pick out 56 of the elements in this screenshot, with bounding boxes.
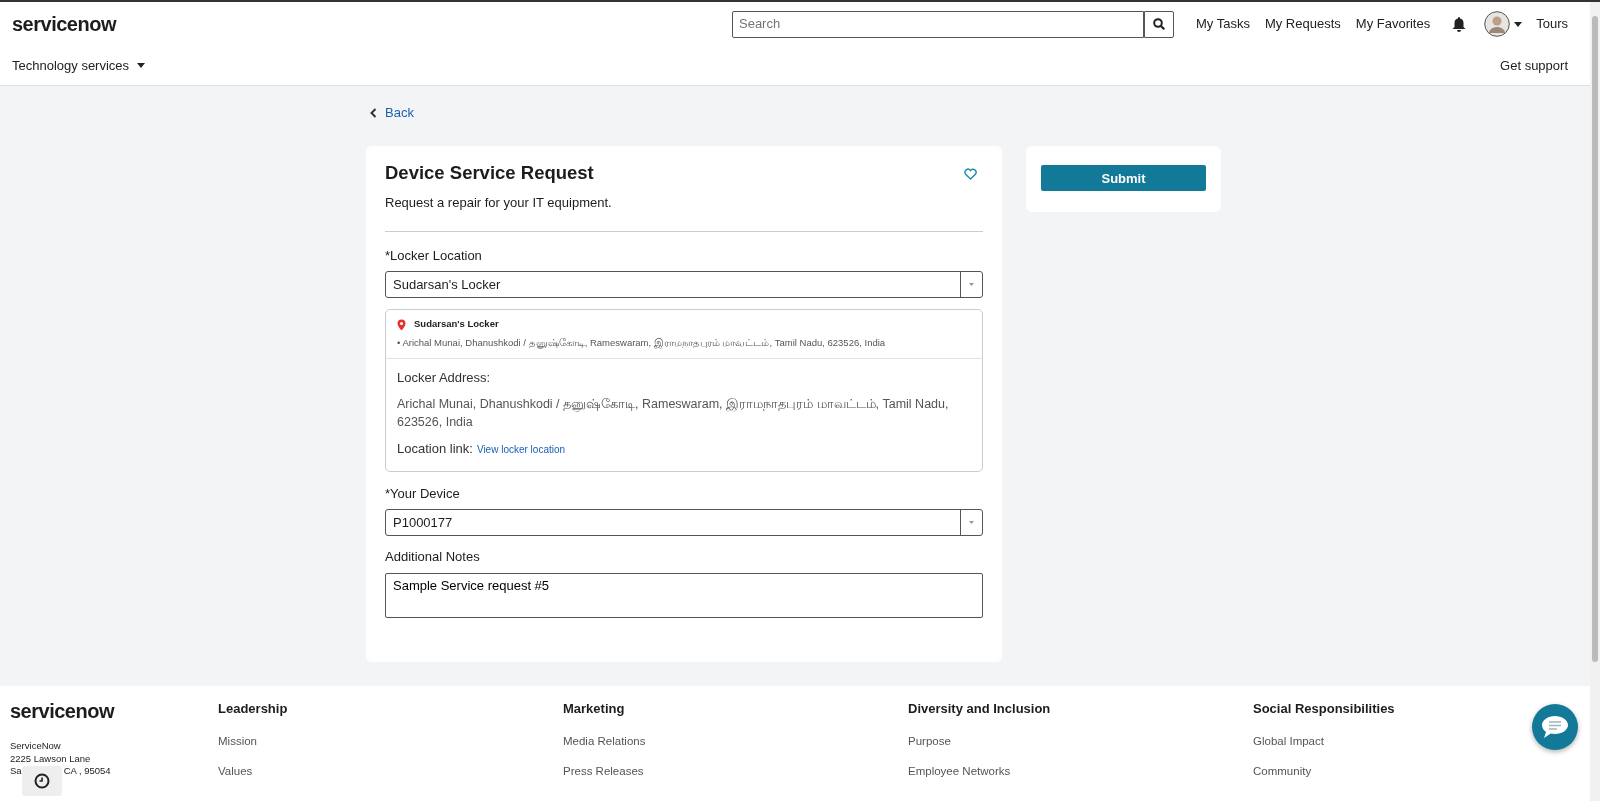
footer-link[interactable]: Employee Networks: [908, 762, 1253, 780]
footer-link[interactable]: Media Relations: [563, 732, 908, 750]
map-pin-icon: [397, 318, 406, 331]
bell-icon[interactable]: [1452, 16, 1467, 32]
menu-dropdown[interactable]: Technology services: [12, 55, 146, 76]
search-field[interactable]: Search: [732, 10, 1144, 38]
location-name: Sudarsan's Locker: [414, 317, 499, 332]
reference-field[interactable]: Sudarsan's Locker: [385, 271, 983, 299]
chat-button[interactable]: [1532, 704, 1578, 750]
back-link[interactable]: Back: [370, 103, 414, 123]
nav-link[interactable]: My Tasks: [1196, 14, 1250, 34]
address-fragment: Sa: [10, 765, 22, 778]
clock-icon: [34, 773, 50, 789]
search-button[interactable]: [1144, 10, 1174, 38]
nav-link[interactable]: My Requests: [1264, 14, 1341, 34]
reference-field[interactable]: P1000177: [385, 509, 983, 537]
footer-heading: Diversity and Inclusion: [908, 700, 1052, 718]
caret-icon: [969, 521, 974, 525]
footer-heading: Social Responsibilities: [1253, 700, 1396, 718]
submit-button[interactable]: Submit: [1041, 165, 1206, 192]
location-link[interactable]: View locker location: [476, 442, 566, 458]
caret-icon: [137, 63, 146, 68]
history-button[interactable]: [22, 766, 62, 796]
address-text: Arichal Munai, Dhanushkodi / தனுஷ்கோடி, Rameswaram, இராமநாதபுரம் மாவட்டம், Tamil Nadu, 623526, India: [397, 396, 950, 432]
address-label: Locker Address:: [397, 368, 492, 387]
search-icon: [1153, 18, 1165, 30]
footer-heading: Leadership: [218, 700, 289, 718]
chat-icon: [1540, 714, 1570, 740]
footer-link[interactable]: Values: [218, 762, 563, 780]
address-line: ServiceNow: [10, 740, 62, 753]
footer-link[interactable]: Mission: [218, 732, 563, 750]
address-fragment: CA , 95054: [63, 765, 111, 778]
link-label: Location link:: [397, 440, 473, 459]
avatar[interactable]: [1484, 11, 1511, 37]
nav-link[interactable]: Get support: [1500, 55, 1568, 76]
nav-link[interactable]: Tours: [1536, 14, 1568, 34]
heart-icon[interactable]: [964, 168, 977, 181]
footer-link[interactable]: Community: [1253, 762, 1513, 780]
nav-link[interactable]: My Favorites: [1355, 14, 1431, 34]
field-label: *Your Device: [385, 484, 461, 503]
footer-link[interactable]: Purpose: [908, 732, 1253, 750]
chevron-left-icon: [370, 107, 377, 118]
address-line: 2225 Lawson Lane: [10, 752, 92, 765]
caret-icon: [969, 283, 974, 287]
form-description: Request a repair for your IT equipment.: [385, 194, 613, 213]
location-summary: • Arichal Munai, Dhanushkodi / தனுஷ்கோடி, Rameswaram, இராமநாதபுரம் மாவட்டம், Tamil Nadu, 623526, India: [397, 335, 887, 350]
notes-field[interactable]: Sample Service request #5: [385, 572, 983, 618]
field-label: *Locker Location: [385, 246, 483, 265]
footer-heading: Marketing: [563, 700, 626, 718]
logo[interactable]: servicenow: [12, 9, 116, 39]
footer-link[interactable]: Press Releases: [563, 762, 908, 780]
form-title: Device Service Request: [385, 162, 594, 185]
footer-link[interactable]: Global Impact: [1253, 732, 1513, 750]
field-label: Additional Notes: [385, 548, 481, 567]
caret-icon: [1514, 21, 1523, 27]
footer-logo[interactable]: servicenow: [10, 696, 218, 726]
